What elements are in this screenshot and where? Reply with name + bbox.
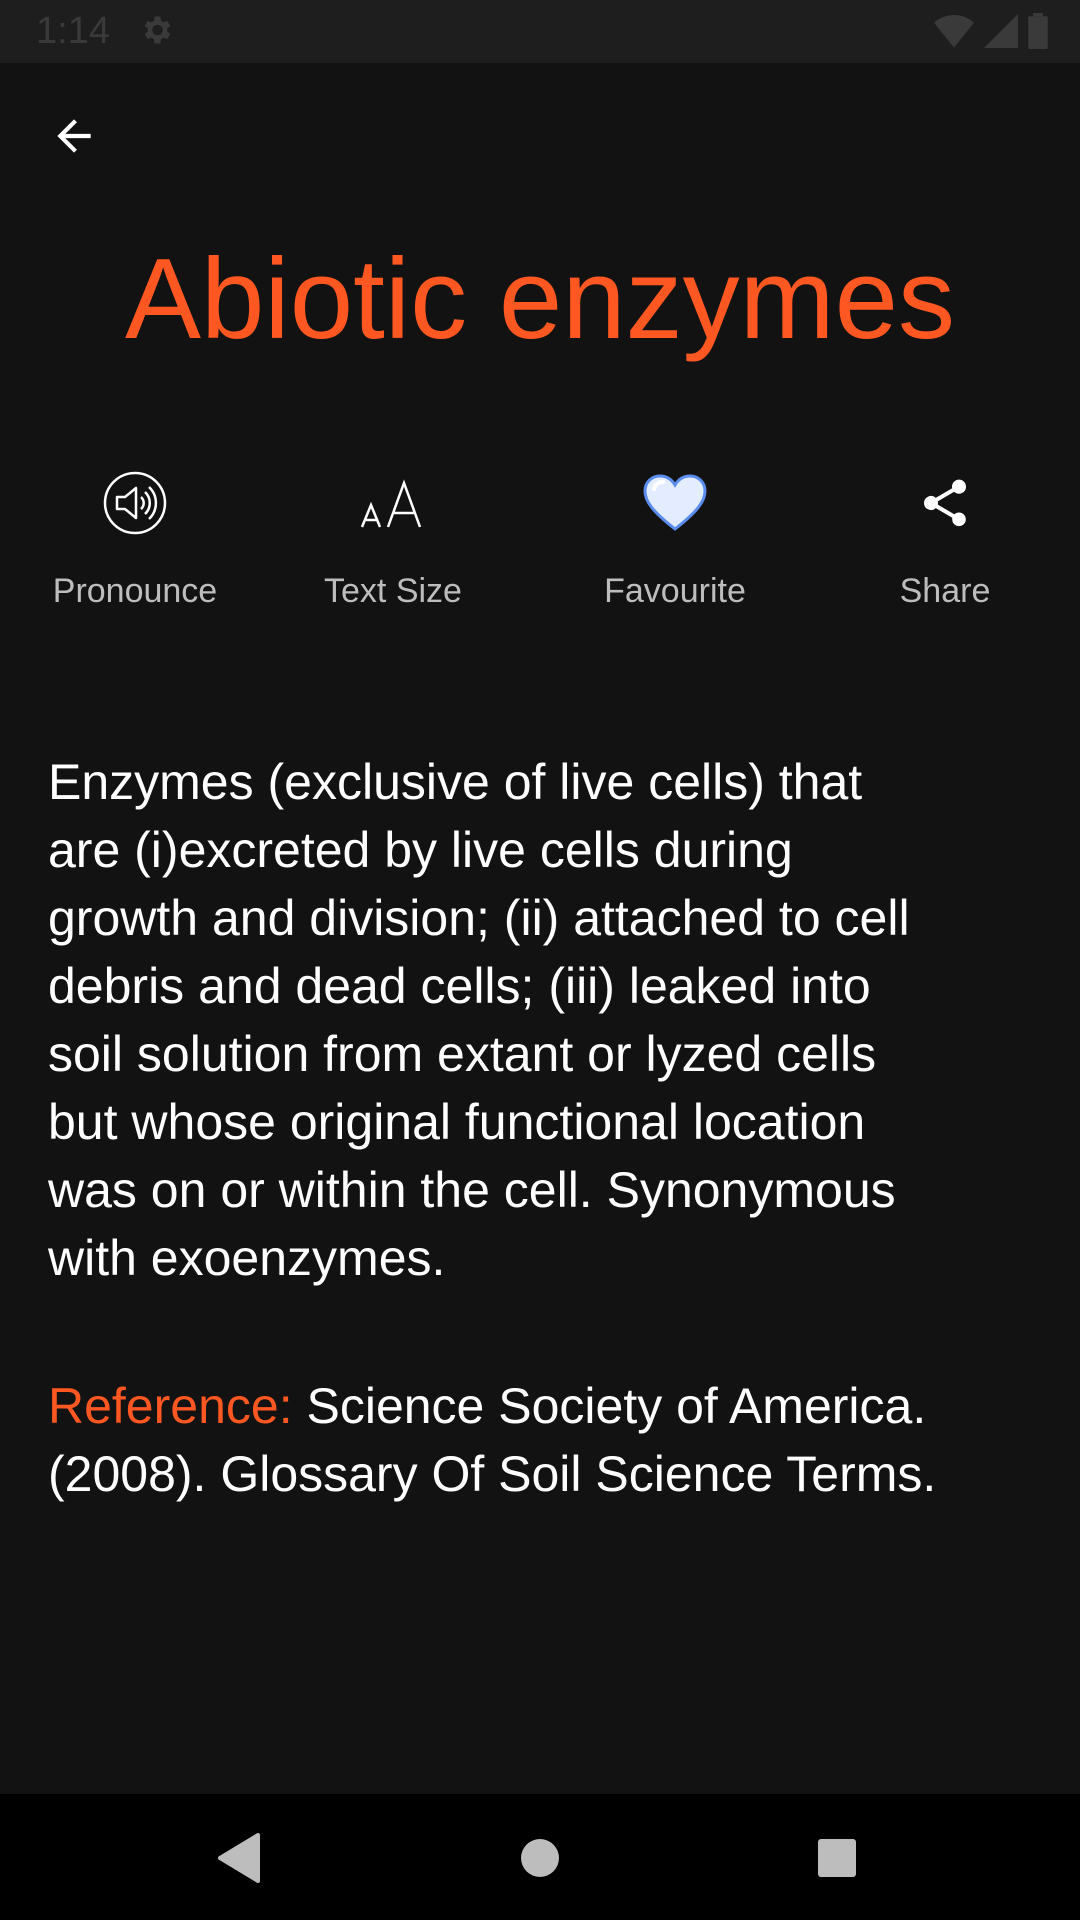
text-size-label: Text Size (324, 572, 462, 610)
favourite-button[interactable]: Favourite (555, 455, 795, 625)
definition-line: soil solution from extant or lyzed cells (48, 1026, 877, 1082)
pronounce-label: Pronounce (52, 572, 218, 610)
nav-back-button[interactable] (202, 1822, 274, 1894)
definition-line: but whose original functional location (48, 1094, 866, 1150)
nav-home-icon (521, 1839, 559, 1877)
text-size-button[interactable]: Text Size (273, 455, 513, 625)
definition-text: Enzymes (exclusive of live cells) that a… (48, 748, 1033, 1292)
navigation-bar (0, 1794, 1080, 1920)
nav-recents-button[interactable] (801, 1822, 873, 1894)
definition-line: was on or within the cell. Synonymous (48, 1162, 896, 1218)
page-title: Abiotic enzymes (124, 236, 955, 363)
definition-line: Enzymes (exclusive of live cells) that (48, 754, 863, 810)
reference: Reference: Science Society of America. (… (48, 1372, 1033, 1508)
heart-icon (637, 465, 713, 541)
back-button[interactable] (38, 100, 110, 172)
gear-icon (138, 12, 174, 48)
favourite-label: Favourite (604, 572, 746, 610)
status-icons (934, 12, 1048, 50)
reference-label: Reference: (48, 1378, 293, 1434)
arrow-back-icon (57, 119, 91, 153)
share-label: Share (899, 572, 991, 610)
nav-recents-icon (818, 1839, 856, 1877)
battery-icon (1028, 13, 1048, 49)
definition-line: debris and dead cells; (iii) leaked into (48, 958, 871, 1014)
definition-line: growth and division; (ii) attached to ce… (48, 890, 910, 946)
share-button[interactable]: Share (825, 455, 1065, 625)
definition-line: are (i)excreted by live cells during (48, 822, 793, 878)
nav-back-icon (218, 1833, 260, 1883)
signal-icon (984, 14, 1018, 48)
action-row: Pronounce Text Size Favourite Share (0, 455, 1080, 625)
text-size-icon (355, 465, 431, 541)
speaker-icon (97, 465, 173, 541)
wifi-icon (934, 15, 974, 48)
nav-home-button[interactable] (504, 1822, 576, 1894)
share-icon (907, 465, 983, 541)
status-bar: 1:14 (0, 0, 1080, 63)
status-time: 1:14 (36, 10, 110, 52)
pronounce-button[interactable]: Pronounce (15, 455, 255, 625)
definition-line: with exoenzymes. (48, 1230, 446, 1286)
